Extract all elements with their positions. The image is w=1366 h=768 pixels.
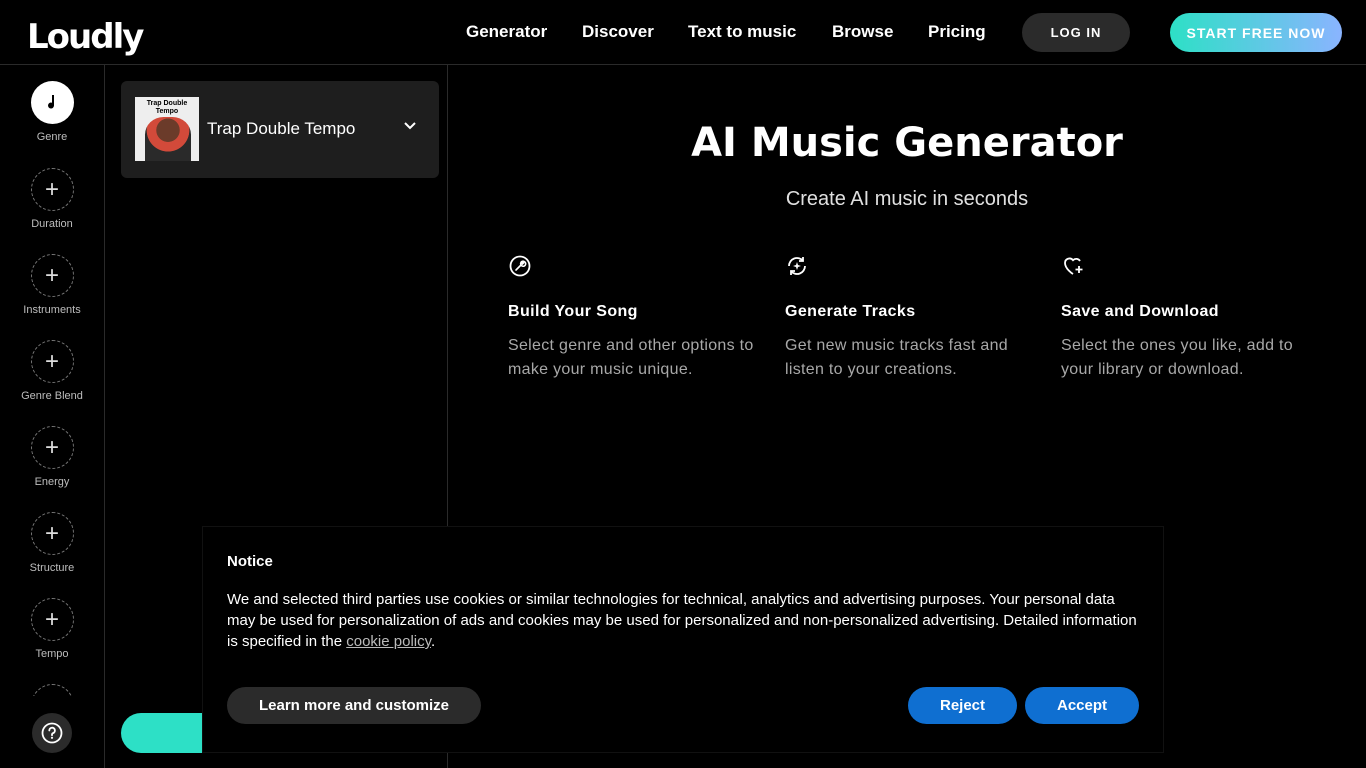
nav-discover[interactable]: Discover xyxy=(582,22,654,42)
wrench-icon xyxy=(509,255,531,277)
start-free-button[interactable]: START FREE NOW xyxy=(1170,13,1342,52)
login-button[interactable]: LOG IN xyxy=(1022,13,1130,52)
genre-thumbnail: Trap Double Tempo xyxy=(135,97,199,161)
feature-desc: Get new music tracks fast and listen to … xyxy=(785,337,1009,378)
page-subtitle: Create AI music in seconds xyxy=(785,188,1029,210)
music-note-icon xyxy=(30,81,74,124)
rail-item-genre[interactable]: Genre xyxy=(0,81,104,143)
feature-save: Save and Download Select the ones you li… xyxy=(1061,254,1311,382)
nav-browse[interactable]: Browse xyxy=(832,22,893,42)
plus-icon: + xyxy=(30,168,74,211)
rail-item-tempo[interactable]: + Tempo xyxy=(0,598,104,660)
rail-item-energy[interactable]: + Energy xyxy=(0,426,104,488)
rail-label: Genre Blend xyxy=(21,390,83,402)
feature-title: Build Your Song xyxy=(508,303,638,320)
rail-label: Genre xyxy=(36,131,68,143)
feature-title: Generate Tracks xyxy=(785,303,916,320)
help-icon[interactable] xyxy=(32,713,72,753)
thumbnail-title: Trap Double Tempo xyxy=(146,100,188,115)
feature-title: Save and Download xyxy=(1061,303,1219,320)
plus-icon xyxy=(30,684,74,696)
genre-select[interactable]: Trap Double Tempo Trap Double Tempo xyxy=(121,81,439,178)
options-rail: Genre + Duration + Instruments + Genre B… xyxy=(0,65,105,768)
nav-pricing[interactable]: Pricing xyxy=(928,22,986,42)
feature-build: Build Your Song Select genre and other o… xyxy=(508,254,758,382)
notice-text-end: . xyxy=(431,633,436,650)
plus-icon: + xyxy=(30,512,74,555)
plus-icon: + xyxy=(30,426,74,469)
rail-item-partial[interactable] xyxy=(0,684,104,696)
reject-button[interactable]: Reject xyxy=(908,687,1017,724)
rail-label: Tempo xyxy=(35,648,69,660)
customize-button[interactable]: Learn more and customize xyxy=(227,687,481,724)
feature-generate: Generate Tracks Get new music tracks fas… xyxy=(785,254,1035,382)
nav-generator[interactable]: Generator xyxy=(466,22,547,42)
rail-item-structure[interactable]: + Structure xyxy=(0,512,104,574)
rail-label: Duration xyxy=(31,218,73,230)
accept-button[interactable]: Accept xyxy=(1025,687,1139,724)
rail-item-duration[interactable]: + Duration xyxy=(0,168,104,230)
rail-label: Energy xyxy=(34,476,70,488)
plus-icon: + xyxy=(30,340,74,383)
plus-icon: + xyxy=(30,598,74,641)
feature-desc: Select the ones you like, add to your li… xyxy=(1061,337,1293,378)
notice-title: Notice xyxy=(227,553,273,570)
top-bar: Loudly Generator Discover Text to music … xyxy=(0,0,1366,65)
logo[interactable]: Loudly xyxy=(27,17,144,57)
feature-desc: Select genre and other options to make y… xyxy=(508,337,754,378)
chevron-down-icon xyxy=(404,122,416,130)
page-title: AI Music Generator xyxy=(691,120,1123,166)
heart-plus-icon xyxy=(1064,257,1083,275)
genre-name: Trap Double Tempo xyxy=(207,119,356,138)
cookie-policy-link[interactable]: cookie policy xyxy=(346,633,431,650)
rail-item-instruments[interactable]: + Instruments xyxy=(0,254,104,316)
rail-label: Instruments xyxy=(23,304,81,316)
thumbnail-art xyxy=(145,117,191,161)
rail-label: Structure xyxy=(29,562,75,574)
rail-item-genre-blend[interactable]: + Genre Blend xyxy=(0,340,104,402)
refresh-sparkle-icon xyxy=(788,257,806,275)
notice-body: We and selected third parties use cookie… xyxy=(227,589,1142,652)
cookie-notice: Notice We and selected third parties use… xyxy=(203,527,1163,752)
plus-icon: + xyxy=(30,254,74,297)
nav-text-to-music[interactable]: Text to music xyxy=(688,22,796,42)
